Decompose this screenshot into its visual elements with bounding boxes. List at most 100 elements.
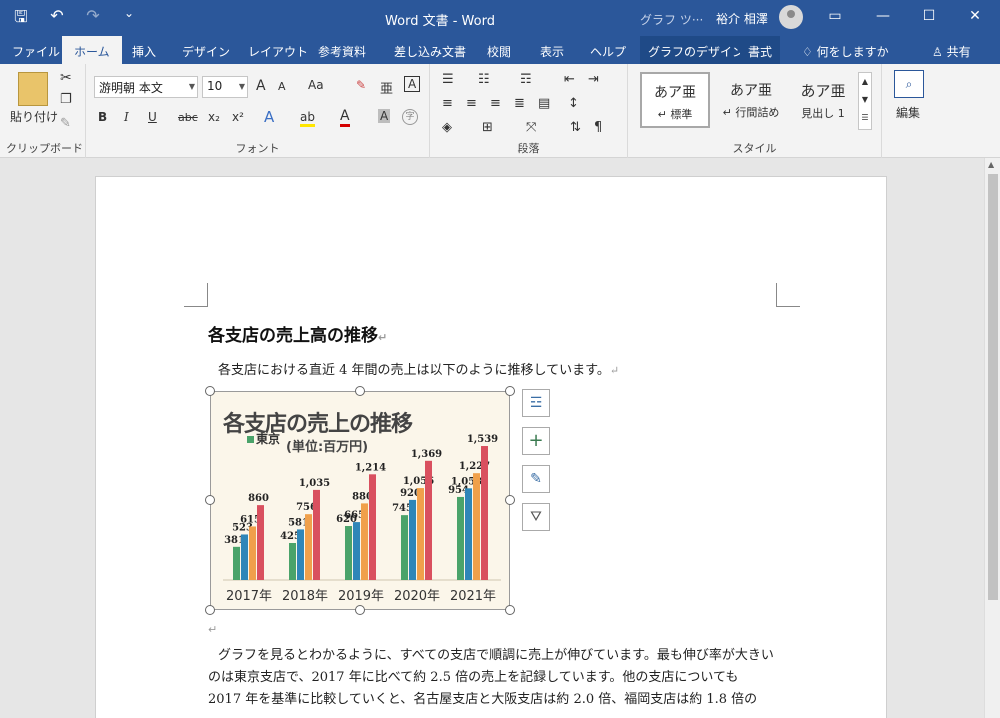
bullets-icon[interactable]: ☰ bbox=[442, 72, 454, 87]
chart-filters-icon[interactable]: ⛛ bbox=[522, 503, 550, 531]
multilevel-list-icon[interactable]: ☶ bbox=[520, 72, 532, 87]
tab-references[interactable]: 参考資料 bbox=[318, 43, 366, 60]
shrink-font-button[interactable]: A bbox=[278, 80, 286, 93]
decrease-indent-icon[interactable]: ⇤ bbox=[564, 72, 575, 87]
vertical-scrollbar[interactable]: ▲ bbox=[984, 158, 1000, 718]
resize-handle[interactable] bbox=[355, 605, 365, 615]
paste-button[interactable]: 貼り付け bbox=[10, 108, 58, 125]
underline-button[interactable]: U bbox=[148, 110, 157, 124]
redo-icon[interactable]: ↷ bbox=[82, 6, 104, 33]
user-name[interactable]: 裕介 相澤 bbox=[716, 10, 768, 27]
strikethrough-button[interactable]: abc bbox=[178, 111, 198, 124]
bar[interactable] bbox=[409, 499, 416, 580]
sort-icon[interactable]: ⇅ bbox=[570, 120, 581, 135]
tab-file[interactable]: ファイル bbox=[12, 43, 60, 60]
line-spacing-icon[interactable]: ↕ bbox=[568, 96, 579, 111]
search-icon[interactable]: ⌕ bbox=[894, 70, 924, 98]
bar[interactable] bbox=[417, 488, 424, 580]
body-paragraph[interactable]: グラフを見るとわかるように、すべての支店で順調に売上が伸びています。最も伸び率が… bbox=[208, 645, 778, 711]
tab-help[interactable]: ヘルプ bbox=[590, 43, 626, 60]
close-button[interactable]: ✕ bbox=[952, 0, 998, 34]
undo-icon[interactable]: ↶ bbox=[46, 6, 68, 33]
maximize-button[interactable]: ☐ bbox=[906, 0, 952, 34]
tab-layout[interactable]: レイアウト bbox=[248, 43, 308, 60]
align-left-icon[interactable]: ≡ bbox=[442, 96, 453, 111]
styles-scroll[interactable]: ▲ ▼ ☰ bbox=[858, 72, 872, 130]
italic-button[interactable]: I bbox=[124, 110, 129, 124]
numbering-icon[interactable]: ☷ bbox=[478, 72, 490, 87]
chart-styles-icon[interactable]: ✎ bbox=[522, 465, 550, 493]
tab-mailings[interactable]: 差し込み文書 bbox=[394, 43, 466, 60]
ribbon-display-button[interactable]: ▭ bbox=[812, 0, 858, 34]
bar[interactable] bbox=[297, 529, 304, 580]
superscript-button[interactable]: x² bbox=[232, 110, 244, 124]
change-case-button[interactable]: Aa bbox=[308, 78, 324, 92]
save-icon[interactable]: 🖫 bbox=[10, 6, 32, 33]
style-no-spacing[interactable]: あア亜 ↵ 行間詰め bbox=[716, 72, 786, 128]
font-name-select[interactable]: 游明朝 本文 ▼ bbox=[94, 76, 198, 98]
document-heading[interactable]: 各支店の売上高の推移↵ bbox=[208, 321, 387, 346]
resize-handle[interactable] bbox=[205, 386, 215, 396]
scrollbar-thumb[interactable] bbox=[988, 174, 998, 600]
text-effects-button[interactable]: A bbox=[264, 108, 274, 126]
paste-icon[interactable] bbox=[18, 72, 48, 106]
tab-chart-design[interactable]: グラフのデザイン bbox=[640, 36, 753, 64]
tab-view[interactable]: 表示 bbox=[540, 43, 564, 60]
bar[interactable] bbox=[353, 522, 360, 580]
clear-formatting-button[interactable]: ✎ bbox=[356, 78, 366, 92]
intro-paragraph[interactable]: 各支店における直近 4 年間の売上は以下のように推移しています。↵ bbox=[218, 359, 619, 378]
tell-me-search[interactable]: ♢ 何をしますか bbox=[802, 43, 889, 60]
tab-design[interactable]: デザイン bbox=[182, 43, 230, 60]
resize-handle[interactable] bbox=[205, 605, 215, 615]
resize-handle[interactable] bbox=[205, 495, 215, 505]
bar[interactable] bbox=[233, 546, 240, 580]
bar[interactable] bbox=[457, 496, 464, 580]
style-normal[interactable]: あア亜 ↵ 標準 bbox=[640, 72, 710, 128]
bar[interactable] bbox=[425, 460, 432, 580]
bar[interactable] bbox=[401, 515, 408, 580]
editing-button[interactable]: 編集 bbox=[896, 104, 920, 121]
layout-options-icon[interactable]: ☲ bbox=[522, 389, 550, 417]
font-color-button[interactable]: A bbox=[340, 108, 350, 127]
share-button[interactable]: ♙ 共有 bbox=[932, 43, 971, 60]
avatar[interactable] bbox=[779, 5, 803, 29]
minimize-button[interactable]: — bbox=[860, 0, 906, 34]
cut-icon[interactable]: ✂ bbox=[60, 70, 72, 86]
bar[interactable] bbox=[289, 543, 296, 580]
resize-handle[interactable] bbox=[505, 386, 515, 396]
resize-handle[interactable] bbox=[505, 605, 515, 615]
borders-icon[interactable]: ⊞ bbox=[482, 120, 493, 135]
format-painter-icon[interactable]: ✎ bbox=[60, 116, 71, 131]
subscript-button[interactable]: x₂ bbox=[208, 110, 220, 124]
grow-font-button[interactable]: A bbox=[256, 78, 266, 94]
bar[interactable] bbox=[361, 503, 368, 580]
bar[interactable] bbox=[257, 505, 264, 580]
bar[interactable] bbox=[313, 489, 320, 580]
enclose-characters-button[interactable]: 字 bbox=[402, 109, 418, 125]
tab-review[interactable]: 校閲 bbox=[487, 43, 511, 60]
chart[interactable]: 各支店の売上の推移 (単位:百万円) 東京 381 523 615 860 2017年 4… bbox=[210, 391, 510, 610]
phonetic-guide-button[interactable]: 亜 bbox=[380, 78, 393, 97]
page[interactable]: 各支店の売上高の推移↵ 各支店における直近 4 年間の売上は以下のように推移して… bbox=[95, 176, 887, 718]
distributed-icon[interactable]: ▤ bbox=[538, 96, 550, 111]
resize-handle[interactable] bbox=[505, 495, 515, 505]
highlight-button[interactable]: ab bbox=[300, 110, 315, 127]
customize-icon[interactable]: ⌄ bbox=[118, 6, 140, 33]
align-right-icon[interactable]: ≡ bbox=[490, 96, 501, 111]
asian-layout-icon[interactable]: ⤧ bbox=[526, 120, 536, 135]
shading-icon[interactable]: ◈ bbox=[442, 120, 452, 135]
bar[interactable] bbox=[305, 514, 312, 580]
bar[interactable] bbox=[465, 488, 472, 580]
scroll-up-icon[interactable]: ▲ bbox=[988, 160, 994, 169]
resize-handle[interactable] bbox=[355, 386, 365, 396]
align-center-icon[interactable]: ≡ bbox=[466, 96, 477, 111]
bar[interactable] bbox=[241, 534, 248, 580]
show-marks-icon[interactable]: ¶ bbox=[594, 120, 602, 135]
bar[interactable] bbox=[481, 446, 488, 580]
tab-insert[interactable]: 挿入 bbox=[132, 43, 156, 60]
bar[interactable] bbox=[473, 473, 480, 580]
bar[interactable] bbox=[249, 526, 256, 580]
chart-elements-icon[interactable]: + bbox=[522, 427, 550, 455]
style-heading-1[interactable]: あア亜 見出し 1 bbox=[788, 72, 858, 128]
tab-home[interactable]: ホーム bbox=[62, 36, 122, 64]
